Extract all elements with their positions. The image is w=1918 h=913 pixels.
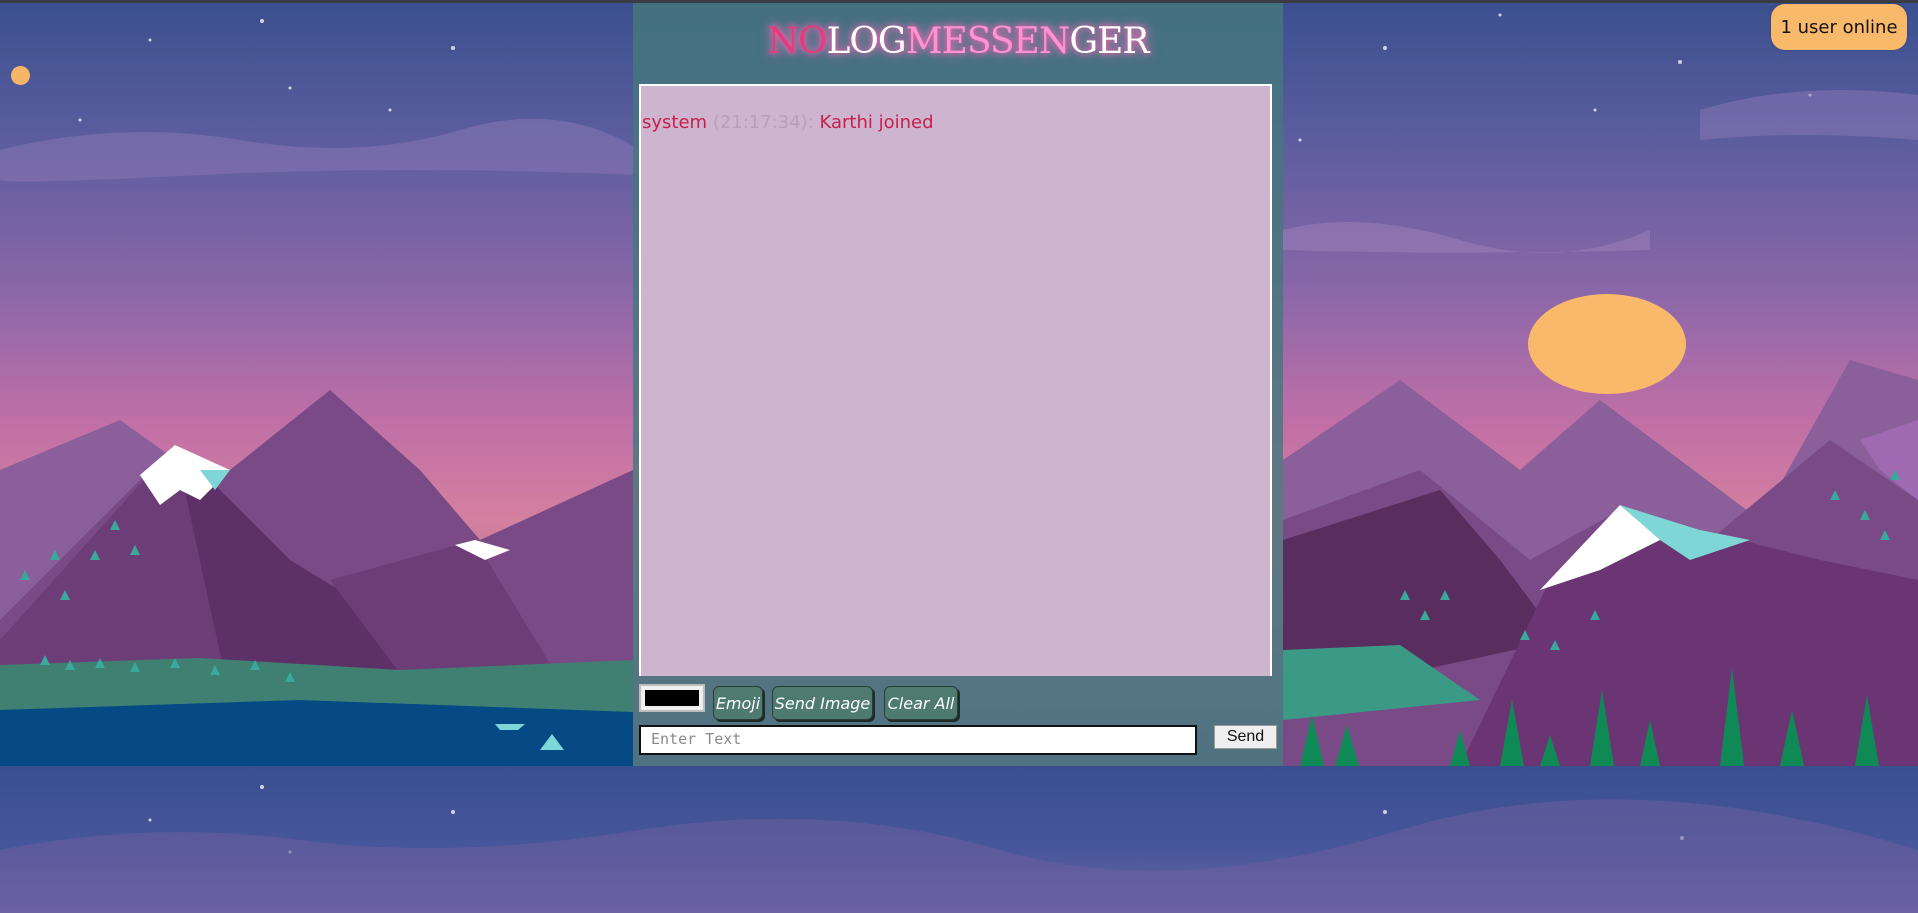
app-title: NOLOGMESSENGER (633, 21, 1283, 62)
title-part-messen: MESSEN (905, 21, 1071, 62)
send-image-button[interactable]: Send Image (772, 686, 873, 720)
title-part-ger: GER (1069, 21, 1149, 62)
color-swatch (645, 690, 699, 706)
message-list[interactable]: system (21:17:34): Karthi joined (639, 84, 1272, 676)
color-picker[interactable] (639, 684, 705, 712)
message-text: Karthi joined (819, 112, 934, 133)
message-sender: system (642, 112, 708, 133)
status-dot (11, 66, 30, 85)
emoji-button[interactable]: Emoji (713, 686, 763, 720)
chat-panel: NOLOGMESSENGER system (21:17:34): Karthi… (633, 3, 1283, 766)
message-item: system (21:17:34): Karthi joined (642, 112, 934, 133)
message-time: (21:17:34): (712, 112, 814, 133)
online-users-badge: 1 user online (1771, 4, 1907, 50)
title-part-no: NO (767, 21, 828, 62)
message-input[interactable] (639, 725, 1197, 755)
clear-all-button[interactable]: Clear All (884, 686, 958, 720)
title-part-log: LOG (826, 21, 907, 62)
send-button[interactable]: Send (1214, 725, 1277, 749)
